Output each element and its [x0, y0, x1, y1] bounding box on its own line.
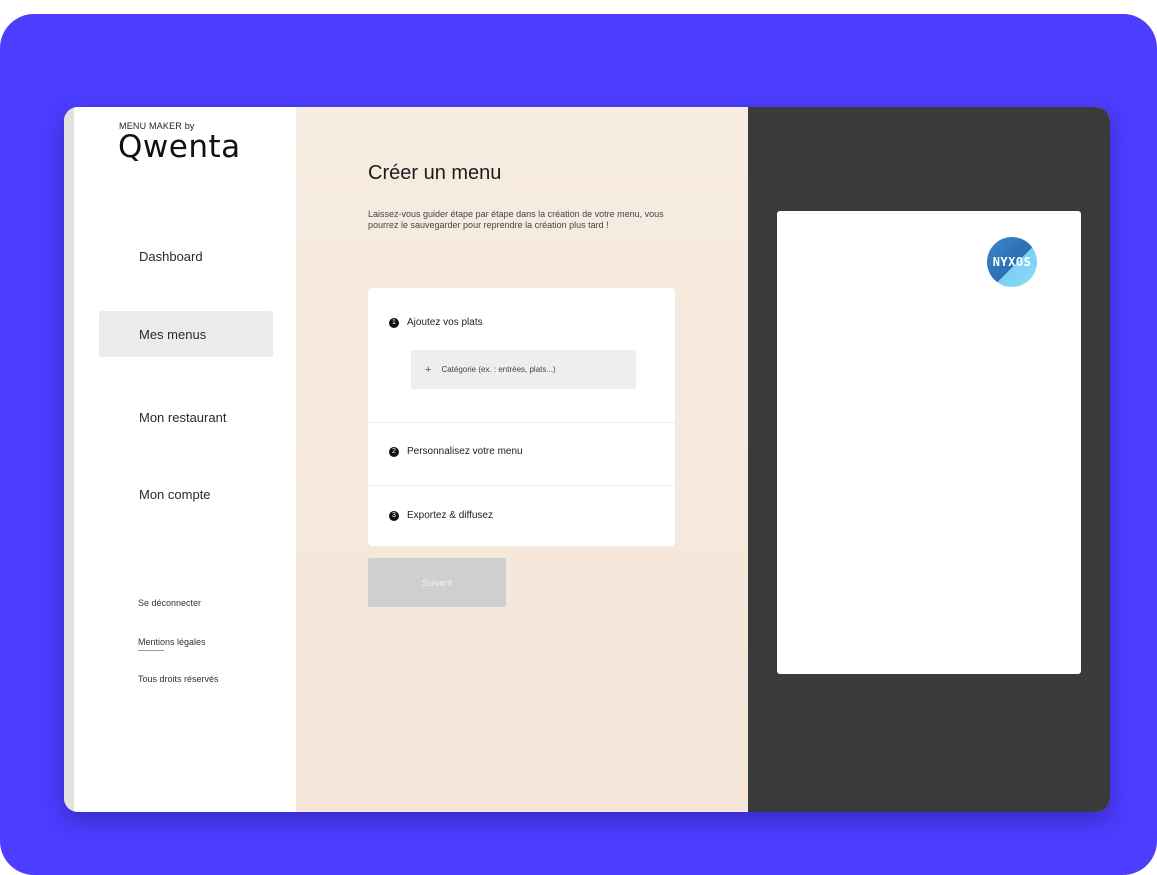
page-description: Laissez-vous guider étape par étape dans… [368, 209, 664, 230]
legal-notice-link[interactable]: Mentions légales [138, 637, 206, 647]
steps-card: 1 Ajoutez vos plats + Catégorie (ex. : e… [368, 288, 675, 546]
menu-preview-card: NYXOS [777, 211, 1081, 674]
sidebar: MENU MAKER by Qwenta Dashboard Mes menus… [64, 107, 296, 812]
step-divider [368, 422, 675, 423]
app-window: MENU MAKER by Qwenta Dashboard Mes menus… [64, 107, 1110, 812]
rights-reserved-link[interactable]: Tous droits réservés [138, 674, 219, 684]
sidebar-item-mon-restaurant[interactable]: Mon restaurant [99, 394, 273, 440]
sidebar-item-label: Mon compte [139, 486, 211, 502]
step-number-badge: 1 [389, 317, 399, 328]
step-number-badge: 2 [389, 446, 399, 457]
app-frame: MENU MAKER by Qwenta Dashboard Mes menus… [0, 14, 1157, 875]
step-3[interactable]: 3 Exportez & diffusez [389, 510, 493, 521]
step-label: Personnalisez votre menu [407, 446, 523, 457]
step-1[interactable]: 1 Ajoutez vos plats [389, 317, 483, 328]
sidebar-item-label: Mes menus [139, 326, 207, 342]
sidebar-divider [138, 650, 164, 651]
sidebar-item-dashboard[interactable]: Dashboard [99, 233, 273, 279]
step-label: Ajoutez vos plats [407, 317, 483, 328]
menu-preview-panel: NYXOS [748, 107, 1110, 812]
create-menu-panel: Créer un menu Laissez-vous guider étape … [296, 107, 748, 812]
step-label: Exportez & diffusez [407, 510, 493, 521]
logout-link[interactable]: Se déconnecter [138, 598, 201, 608]
sidebar-item-label: Dashboard [139, 248, 203, 264]
restaurant-logo-badge: NYXOS [987, 237, 1037, 287]
sidebar-item-mes-menus[interactable]: Mes menus [99, 311, 273, 357]
sidebar-item-mon-compte[interactable]: Mon compte [99, 471, 273, 517]
page-title: Créer un menu [368, 162, 502, 184]
plus-icon: + [425, 363, 432, 376]
step-number-badge: 3 [389, 510, 399, 521]
brand-logo[interactable]: Qwenta [118, 129, 241, 165]
sidebar-item-label: Mon restaurant [139, 409, 227, 425]
step-2[interactable]: 2 Personnalisez votre menu [389, 446, 523, 457]
step-divider [368, 485, 675, 486]
add-category-button[interactable]: + Catégorie (ex. : entrées, plats...) [411, 350, 636, 389]
next-button[interactable]: Suivant [368, 558, 506, 607]
add-category-label: Catégorie (ex. : entrées, plats...) [441, 365, 556, 374]
